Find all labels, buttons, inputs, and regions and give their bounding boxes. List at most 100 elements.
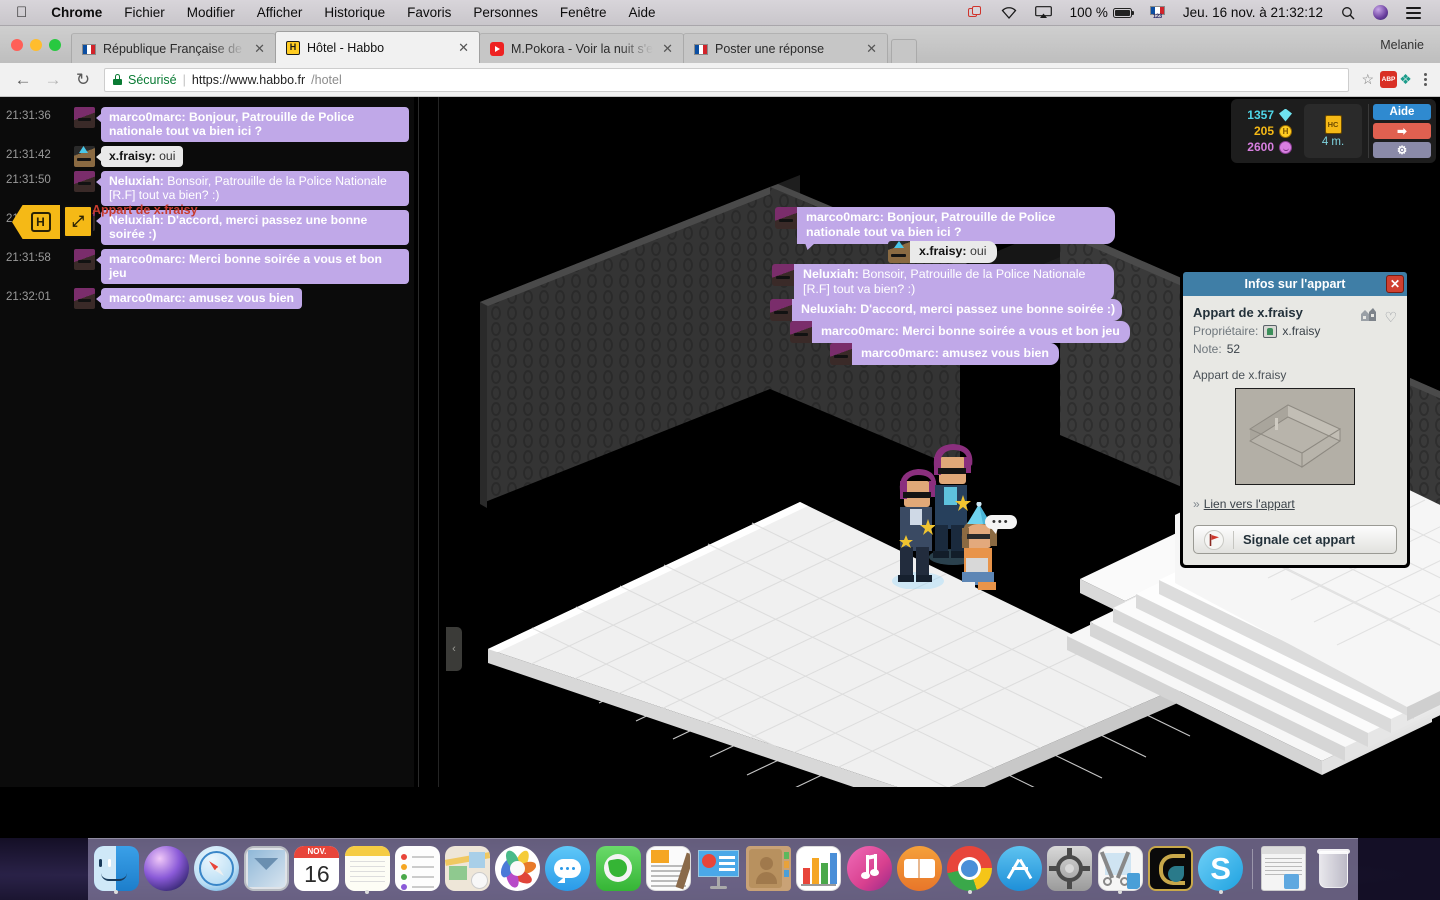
dock-item-itunes[interactable]	[845, 843, 893, 895]
chat-log-row: 21:31:50 Neluxiah: Bonsoir, Patrouille d…	[0, 169, 414, 208]
dock-item-messages[interactable]	[544, 843, 592, 895]
tab-mpokora-youtube[interactable]: M.Pokora - Voir la nuit s'embal ✕	[479, 33, 684, 63]
french-flag-icon	[694, 43, 708, 55]
chrome-profile-name[interactable]: Melanie	[1380, 38, 1440, 63]
menu-item-fichier[interactable]: Fichier	[113, 5, 176, 20]
dock-item-calendar[interactable]: NOV. 16	[293, 843, 341, 895]
adblock-icon[interactable]: ABP	[1380, 71, 1397, 88]
sidebar-collapse-handle[interactable]: ‹	[446, 627, 462, 671]
dock-item-finder[interactable]	[92, 843, 140, 895]
back-arrow-icon[interactable]: ←	[8, 67, 38, 93]
dock-item-mail[interactable]	[243, 843, 291, 895]
panel-header: Infos sur l'appart ✕	[1183, 272, 1407, 296]
settings-button[interactable]: ⚙	[1373, 142, 1431, 158]
menu-item-personnes[interactable]: Personnes	[462, 5, 549, 20]
tab-republique-francaise[interactable]: République Française de Habb ✕	[71, 33, 276, 63]
avatar	[74, 146, 95, 167]
extension-icon[interactable]: ❖	[1397, 71, 1414, 88]
siri-icon[interactable]	[1364, 5, 1397, 20]
duckets-counter[interactable]: 2600	[1240, 140, 1292, 154]
report-button-label: Signale cet appart	[1243, 532, 1355, 547]
heart-icon[interactable]: ♡	[1384, 310, 1397, 324]
airplay-icon[interactable]	[1026, 6, 1061, 19]
dock-item-safari[interactable]	[192, 843, 240, 895]
menu-item-fenetre[interactable]: Fenêtre	[549, 5, 618, 20]
menu-item-afficher[interactable]: Afficher	[246, 5, 314, 20]
habbo-club-widget[interactable]: HC 4 m.	[1304, 104, 1362, 158]
kebab-menu-icon[interactable]	[1414, 73, 1432, 86]
omnibox-bar: ← → ↻ Sécurisé | https://www.habbo.fr/ho…	[0, 63, 1440, 97]
spotlight-search-icon[interactable]	[1332, 6, 1364, 20]
menu-item-aide[interactable]: Aide	[617, 5, 666, 20]
tab-hotel-habbo[interactable]: H Hôtel - Habbo ✕	[275, 31, 480, 63]
dock-item-skype[interactable]: S	[1196, 843, 1244, 895]
ducket-icon	[1279, 140, 1292, 154]
dock-item-keynote[interactable]	[694, 843, 742, 895]
menu-item-modifier[interactable]: Modifier	[176, 5, 246, 20]
owner-name[interactable]: x.fraisy	[1282, 324, 1320, 338]
screen:  Chrome Fichier Modifier Afficher Histo…	[0, 0, 1440, 900]
dock-item-numbers[interactable]	[795, 843, 843, 895]
help-button[interactable]: Aide	[1373, 104, 1431, 120]
tab-close-icon[interactable]: ✕	[864, 42, 879, 55]
tab-poster-une-reponse[interactable]: Poster une réponse ✕	[683, 33, 888, 63]
minimize-window-button[interactable]	[30, 39, 42, 51]
avatar	[74, 107, 95, 128]
menu-item-chrome[interactable]: Chrome	[40, 5, 113, 20]
close-window-button[interactable]	[11, 39, 23, 51]
dock-item-pages[interactable]	[644, 843, 692, 895]
wifi-icon[interactable]	[992, 6, 1026, 19]
credits-counter[interactable]: 205 H	[1240, 124, 1292, 138]
expand-view-button[interactable]: ⤢	[63, 205, 93, 238]
dock-item-trash[interactable]	[1310, 843, 1358, 895]
chevron-right-icon: »	[1193, 497, 1200, 511]
address-bar[interactable]: Sécurisé | https://www.habbo.fr/hotel	[104, 67, 1350, 92]
diamonds-counter[interactable]: 1357	[1240, 108, 1292, 122]
dock-item-reminders[interactable]	[393, 843, 441, 895]
room-link-text[interactable]: Lien vers l'appart	[1204, 497, 1295, 511]
keyboard-flag-icon[interactable]: 123	[1141, 5, 1174, 20]
chat-timestamp: 21:31:42	[6, 149, 51, 161]
notification-center-icon[interactable]	[1397, 6, 1430, 19]
room-link-row[interactable]: » Lien vers l'appart	[1193, 497, 1397, 511]
chat-log-panel[interactable]: 21:31:36 marco0marc: Bonjour, Patrouille…	[0, 97, 414, 787]
dock-item-photos[interactable]	[494, 843, 542, 895]
dock-item-preview[interactable]	[1096, 843, 1144, 895]
dock-item-facetime[interactable]	[594, 843, 642, 895]
dock-item-notes[interactable]	[343, 843, 391, 895]
tab-close-icon[interactable]: ✕	[252, 42, 267, 55]
chat-text: marco0marc:	[109, 109, 186, 124]
menu-item-favoris[interactable]: Favoris	[396, 5, 462, 20]
dock-item-downloads-stack[interactable]	[1260, 843, 1308, 895]
dock-item-app-store[interactable]	[996, 843, 1044, 895]
chat-message: Neluxiah: Bonsoir, Patrouille de la Poli…	[96, 171, 409, 206]
url-domain: https://www.habbo.fr	[191, 72, 306, 87]
avatar	[74, 288, 95, 309]
menu-item-historique[interactable]: Historique	[313, 5, 396, 20]
dock-item-maps[interactable]	[443, 843, 491, 895]
dock-item-ibooks[interactable]	[895, 843, 943, 895]
room-stage[interactable]: ••• marco0marc: Bonjour, Patrouille de P…	[440, 97, 1440, 787]
menubar-clock[interactable]: Jeu. 16 nov. à 21:32:12	[1174, 5, 1332, 20]
star-icon[interactable]: ☆	[1355, 71, 1380, 88]
maximize-window-button[interactable]	[49, 39, 61, 51]
tab-close-icon[interactable]: ✕	[660, 42, 675, 55]
chat-body: oui	[155, 148, 176, 163]
house-icon[interactable]	[1360, 307, 1377, 327]
exit-room-button[interactable]: ➡	[1373, 123, 1431, 139]
forward-arrow-icon[interactable]: →	[38, 67, 68, 93]
dock-item-chrome[interactable]	[945, 843, 993, 895]
report-room-button[interactable]: Signale cet appart	[1193, 525, 1397, 554]
battery-icon[interactable]: 100 %	[1061, 5, 1141, 20]
new-tab-button[interactable]	[891, 39, 917, 63]
dock-item-contacts[interactable]	[745, 843, 793, 895]
tab-close-icon[interactable]: ✕	[456, 41, 471, 54]
apple-menu-icon[interactable]: 	[0, 5, 40, 20]
reload-icon[interactable]: ↻	[68, 67, 98, 93]
screen-mirror-icon[interactable]	[959, 6, 992, 19]
dock-item-siri[interactable]	[142, 843, 190, 895]
close-icon[interactable]: ✕	[1386, 275, 1404, 293]
dock-item-league-of-legends[interactable]	[1146, 843, 1194, 895]
dock-item-system-preferences[interactable]	[1046, 843, 1094, 895]
thought-bubble: •••	[985, 515, 1017, 529]
